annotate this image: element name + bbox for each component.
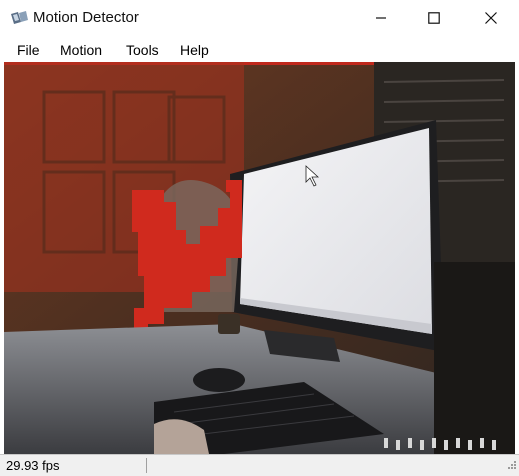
- window-title: Motion Detector: [33, 9, 139, 26]
- menu-bar: File Motion Tools Help: [0, 38, 519, 62]
- camera-icon: [9, 9, 31, 27]
- minimize-button[interactable]: [355, 0, 407, 36]
- close-button[interactable]: [465, 0, 517, 36]
- motion-detector-window: Motion Detector File Motion Tools Help 2…: [0, 0, 519, 476]
- menu-help[interactable]: Help: [180, 42, 209, 58]
- resize-grip-icon[interactable]: [506, 456, 516, 474]
- video-feed[interactable]: [4, 62, 515, 454]
- menu-file[interactable]: File: [17, 42, 40, 58]
- camera-frame: [4, 62, 515, 454]
- menu-motion[interactable]: Motion: [60, 42, 102, 58]
- status-bar: 29.93 fps: [0, 454, 519, 476]
- title-bar[interactable]: Motion Detector: [0, 0, 519, 36]
- fps-readout: 29.93 fps: [6, 458, 60, 473]
- menu-tools[interactable]: Tools: [126, 42, 159, 58]
- status-separator: [146, 458, 147, 473]
- maximize-button[interactable]: [408, 0, 460, 36]
